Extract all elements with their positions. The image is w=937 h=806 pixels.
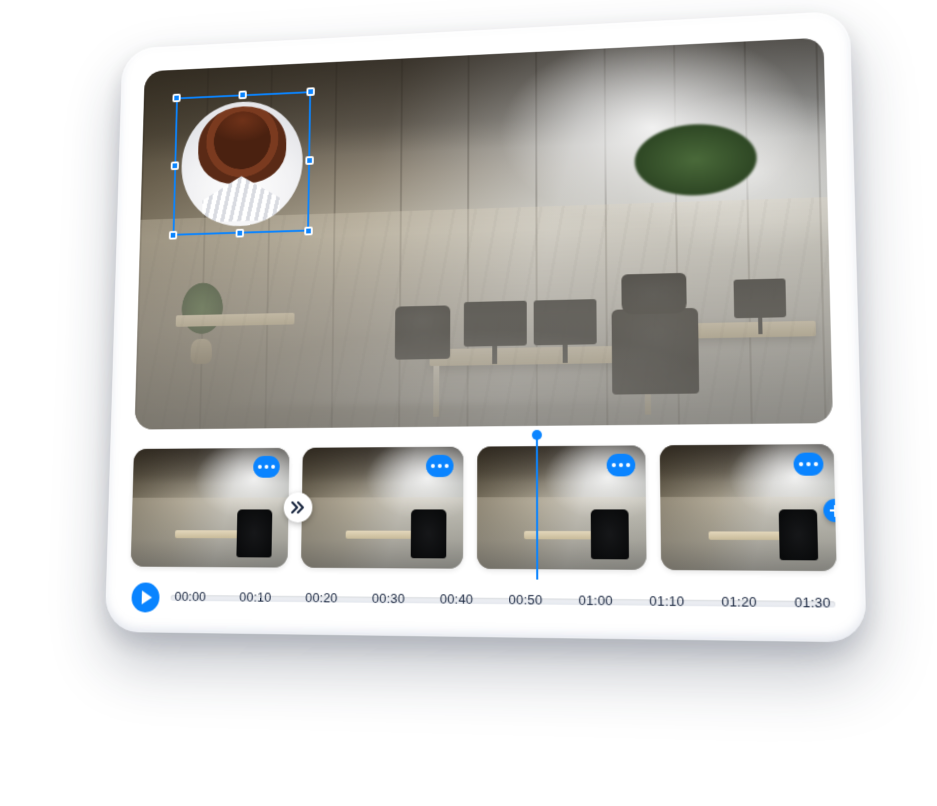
time-label: 00:20 <box>301 590 342 606</box>
resize-handle-ml[interactable] <box>171 161 179 170</box>
avatar-selection-box[interactable] <box>173 91 312 236</box>
video-preview[interactable] <box>135 38 834 430</box>
more-horizontal-icon <box>611 463 615 467</box>
clip-menu-button[interactable] <box>253 456 280 478</box>
scene-chair <box>611 308 699 394</box>
more-horizontal-icon <box>438 464 442 468</box>
resize-handle-tr[interactable] <box>306 87 314 96</box>
time-label: 01:10 <box>645 593 689 609</box>
storyboard-clip[interactable] <box>300 447 463 569</box>
more-horizontal-icon <box>806 462 810 466</box>
clip-menu-button[interactable] <box>606 454 635 477</box>
more-horizontal-icon <box>264 465 268 469</box>
more-horizontal-icon <box>814 462 818 466</box>
resize-handle-tm[interactable] <box>238 90 246 99</box>
storyboard-clip[interactable] <box>131 448 289 568</box>
time-labels: 00:00 00:10 00:20 00:30 00:40 00:50 01:0… <box>171 589 836 611</box>
editor-panel: 00:00 00:10 00:20 00:30 00:40 00:50 01:0… <box>105 11 867 643</box>
more-horizontal-icon <box>618 463 622 467</box>
resize-handle-tl[interactable] <box>172 94 180 103</box>
time-label: 00:00 <box>171 589 211 604</box>
scene-monitor <box>734 279 786 319</box>
clip-menu-button[interactable] <box>793 453 823 476</box>
time-label: 00:40 <box>436 591 478 607</box>
clip-scene-chair <box>237 510 273 558</box>
more-horizontal-icon <box>445 464 449 468</box>
clip-menu-button[interactable] <box>426 455 454 477</box>
play-button[interactable] <box>131 582 160 612</box>
scene-chair <box>395 306 450 360</box>
scene-monitor <box>533 299 597 346</box>
scene-desk <box>176 313 294 327</box>
resize-handle-mr[interactable] <box>305 156 314 165</box>
scene-greenery <box>624 115 769 203</box>
scene-plant <box>176 282 230 349</box>
timeline-bar: 00:00 00:10 00:20 00:30 00:40 00:50 01:0… <box>129 580 838 620</box>
avatar-image[interactable] <box>180 99 304 228</box>
scene-monitor <box>464 300 527 347</box>
storyboard-clip[interactable] <box>659 444 837 571</box>
storyboard-row <box>131 444 837 571</box>
playhead[interactable] <box>536 432 538 580</box>
scene-desk <box>626 321 816 340</box>
storyboard-clip[interactable] <box>477 445 646 570</box>
time-label: 01:30 <box>790 594 836 611</box>
more-horizontal-icon <box>799 462 803 466</box>
resize-handle-br[interactable] <box>304 227 313 236</box>
more-horizontal-icon <box>271 465 275 469</box>
scene-desk <box>429 345 655 366</box>
more-horizontal-icon <box>257 465 261 469</box>
clip-scene-chair <box>778 510 818 561</box>
resize-handle-bm[interactable] <box>236 229 244 238</box>
time-label: 00:50 <box>504 592 546 608</box>
clip-scene-chair <box>591 510 629 560</box>
time-label: 01:00 <box>574 592 617 608</box>
scene-floor-shine <box>161 290 787 407</box>
time-label: 00:30 <box>368 591 409 607</box>
more-horizontal-icon <box>431 464 435 468</box>
more-horizontal-icon <box>626 463 630 467</box>
chevrons-right-icon <box>290 500 305 514</box>
time-label: 01:20 <box>717 594 762 610</box>
time-track[interactable]: 00:00 00:10 00:20 00:30 00:40 00:50 01:0… <box>170 583 835 621</box>
time-label: 00:10 <box>235 589 275 605</box>
resize-handle-bl[interactable] <box>169 231 177 240</box>
clip-scene-chair <box>410 510 446 559</box>
